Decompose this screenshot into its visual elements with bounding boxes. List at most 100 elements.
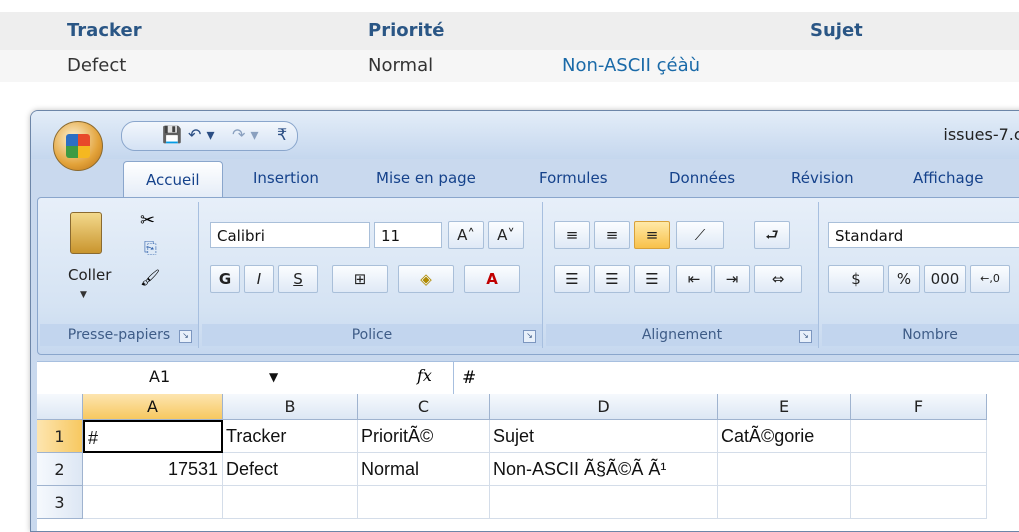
italic-button[interactable]: I <box>244 265 274 293</box>
tab-mise-en-page[interactable]: Mise en page <box>376 169 476 187</box>
ribbon-tabs: Accueil Insertion Mise en page Formules … <box>31 159 1019 198</box>
shrink-font-button[interactable]: A˅ <box>488 221 524 249</box>
tab-accueil[interactable]: Accueil <box>123 161 223 198</box>
formula-content: # <box>462 368 477 388</box>
cell-a2[interactable]: 17531 <box>83 453 223 486</box>
cell-c2[interactable]: Normal <box>358 453 490 486</box>
cell-f3[interactable] <box>851 486 987 519</box>
cell-priority: Normal <box>368 55 434 76</box>
issue-subject-link[interactable]: Non-ASCII çéàù <box>562 50 700 82</box>
insert-function-icon[interactable]: fx <box>417 366 432 385</box>
cell-e1[interactable]: CatÃ©gorie <box>718 420 851 453</box>
name-box-value: A1 <box>149 367 171 386</box>
save-icon[interactable]: 💾 <box>162 125 182 144</box>
tab-donnees[interactable]: Données <box>669 169 735 187</box>
row-header-3[interactable]: 3 <box>37 486 83 519</box>
cell-e3[interactable] <box>718 486 851 519</box>
decrease-indent-button[interactable]: ⇤ <box>676 265 712 293</box>
percent-button[interactable]: % <box>888 265 920 293</box>
cell-f1[interactable] <box>851 420 987 453</box>
orientation-button[interactable]: ⟋ <box>676 221 724 249</box>
number-group: Standard $ % 000 ←,0 Nombre <box>822 202 1019 348</box>
column-header-a[interactable]: A <box>83 394 223 420</box>
column-header-b[interactable]: B <box>223 394 358 420</box>
office-button[interactable] <box>53 121 103 171</box>
font-group: Calibri 11 A˄ A˅ G I S ⊞ ◈ A Police ↘ <box>202 202 543 348</box>
wrap-text-button[interactable]: ⮐ <box>754 221 790 249</box>
tab-affichage[interactable]: Affichage <box>913 169 983 187</box>
row-header-1[interactable]: 1 <box>37 420 83 453</box>
font-launcher-icon[interactable]: ↘ <box>523 330 536 343</box>
underline-button[interactable]: S <box>278 265 318 293</box>
copy-icon[interactable]: ⎘ <box>144 238 157 258</box>
cell-f2[interactable] <box>851 453 987 486</box>
spreadsheet-grid[interactable]: A B C D E F 1 # Tracker PrioritÃ© Sujet … <box>37 394 1019 531</box>
increase-decimal-button[interactable]: ←,0 <box>970 265 1010 293</box>
align-right-button[interactable]: ☰ <box>634 265 670 293</box>
align-top-button[interactable]: ≡ <box>554 221 590 249</box>
paste-button[interactable]: Coller <box>68 266 111 284</box>
column-header-f[interactable]: F <box>851 394 987 420</box>
cell-d1[interactable]: Sujet <box>490 420 718 453</box>
cell-b3[interactable] <box>223 486 358 519</box>
paste-dropdown-icon[interactable]: ▼ <box>80 290 87 300</box>
number-format-select[interactable]: Standard <box>828 222 1019 248</box>
merge-center-button[interactable]: ⇔ <box>754 265 802 293</box>
thousands-button[interactable]: 000 <box>924 265 966 293</box>
formula-input[interactable]: # <box>453 362 1019 394</box>
tab-formules[interactable]: Formules <box>539 169 608 187</box>
cell-e2[interactable] <box>718 453 851 486</box>
clipboard-group-label: Presse-papiers <box>40 324 198 346</box>
header-subject[interactable]: Sujet <box>810 12 863 50</box>
name-box-dropdown-icon[interactable]: ▼ <box>269 364 278 390</box>
font-name-select[interactable]: Calibri <box>210 222 370 248</box>
table-row: Defect Normal Non-ASCII çéàù <box>0 50 1019 82</box>
cell-d2[interactable]: Non-ASCII Ã§Ã©Ã Ã¹ <box>490 453 718 486</box>
cell-d3[interactable] <box>490 486 718 519</box>
cell-b1[interactable]: Tracker <box>223 420 358 453</box>
cell-tracker: Defect <box>67 55 127 76</box>
align-bottom-button[interactable]: ≡ <box>634 221 670 249</box>
format-painter-icon[interactable]: 🖌 <box>140 268 160 287</box>
font-color-button[interactable]: A <box>464 265 520 293</box>
header-priority[interactable]: Priorité <box>368 12 444 50</box>
column-header-d[interactable]: D <box>490 394 718 420</box>
ribbon: Coller ▼ ✂ ⎘ 🖌 Presse-papiers ↘ Calibri … <box>37 197 1019 355</box>
cell-a3[interactable] <box>83 486 223 519</box>
issues-table: Tracker Priorité Sujet Defect Normal Non… <box>0 12 1019 82</box>
name-box[interactable]: A1 ▼ <box>49 364 299 390</box>
grow-font-button[interactable]: A˄ <box>448 221 484 249</box>
border-button[interactable]: ⊞ <box>332 265 388 293</box>
tab-revision[interactable]: Révision <box>791 169 854 187</box>
window-title: issues-7.cs <box>943 125 1019 144</box>
cut-icon[interactable]: ✂ <box>140 210 155 231</box>
customize-qat-icon[interactable]: ₹ <box>277 125 287 144</box>
align-left-button[interactable]: ☰ <box>554 265 590 293</box>
alignment-group-label: Alignement <box>546 324 818 346</box>
select-all-corner[interactable] <box>37 394 83 420</box>
cell-a1[interactable]: # <box>83 420 223 453</box>
align-center-button[interactable]: ☰ <box>594 265 630 293</box>
cell-b2[interactable]: Defect <box>223 453 358 486</box>
align-middle-button[interactable]: ≡ <box>594 221 630 249</box>
cell-c1[interactable]: PrioritÃ© <box>358 420 490 453</box>
header-tracker[interactable]: Tracker <box>67 12 142 50</box>
cell-c3[interactable] <box>358 486 490 519</box>
row-header-2[interactable]: 2 <box>37 453 83 486</box>
column-header-c[interactable]: C <box>358 394 490 420</box>
alignment-launcher-icon[interactable]: ↘ <box>799 330 812 343</box>
undo-icon[interactable]: ↶ ▾ <box>188 125 215 144</box>
currency-button[interactable]: $ <box>828 265 884 293</box>
excel-window: 💾 ↶ ▾ ↷ ▾ ₹ issues-7.cs Accueil Insertio… <box>30 110 1019 532</box>
table-header: Tracker Priorité Sujet <box>0 12 1019 50</box>
paste-icon[interactable] <box>70 212 102 254</box>
tab-insertion[interactable]: Insertion <box>253 169 319 187</box>
redo-icon[interactable]: ↷ ▾ <box>232 125 259 144</box>
bold-button[interactable]: G <box>210 265 240 293</box>
increase-indent-button[interactable]: ⇥ <box>714 265 750 293</box>
fill-color-button[interactable]: ◈ <box>398 265 454 293</box>
number-group-label: Nombre <box>822 324 1019 346</box>
column-header-e[interactable]: E <box>718 394 851 420</box>
clipboard-launcher-icon[interactable]: ↘ <box>179 330 192 343</box>
font-size-select[interactable]: 11 <box>374 222 442 248</box>
